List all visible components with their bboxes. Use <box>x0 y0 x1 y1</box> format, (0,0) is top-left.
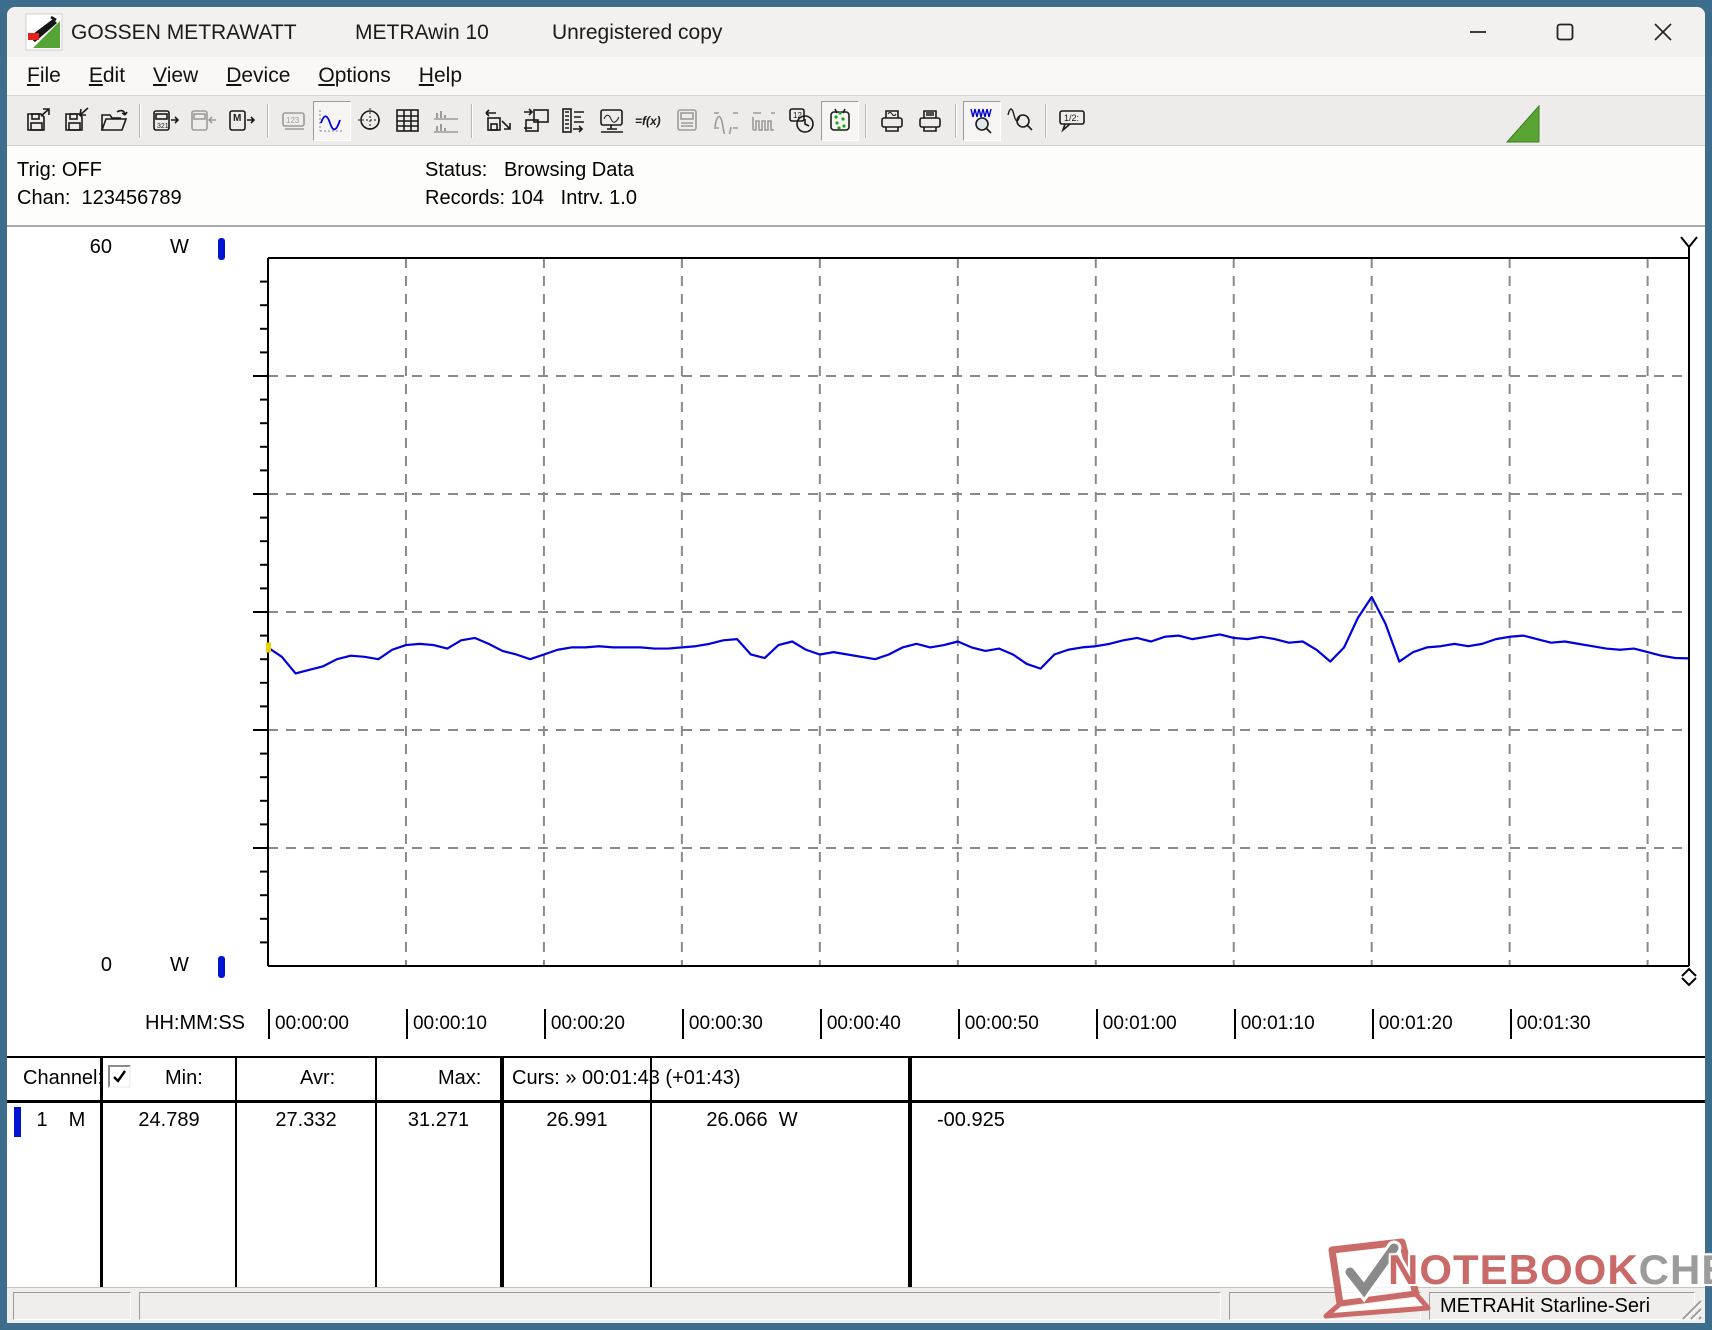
cursor-top-marker <box>1680 236 1698 258</box>
cursor1-marker <box>266 642 271 653</box>
trend-plot[interactable] <box>0 0 1712 1330</box>
power-trend-line <box>267 595 1690 675</box>
cursor-bottom-marker <box>1681 967 1697 987</box>
